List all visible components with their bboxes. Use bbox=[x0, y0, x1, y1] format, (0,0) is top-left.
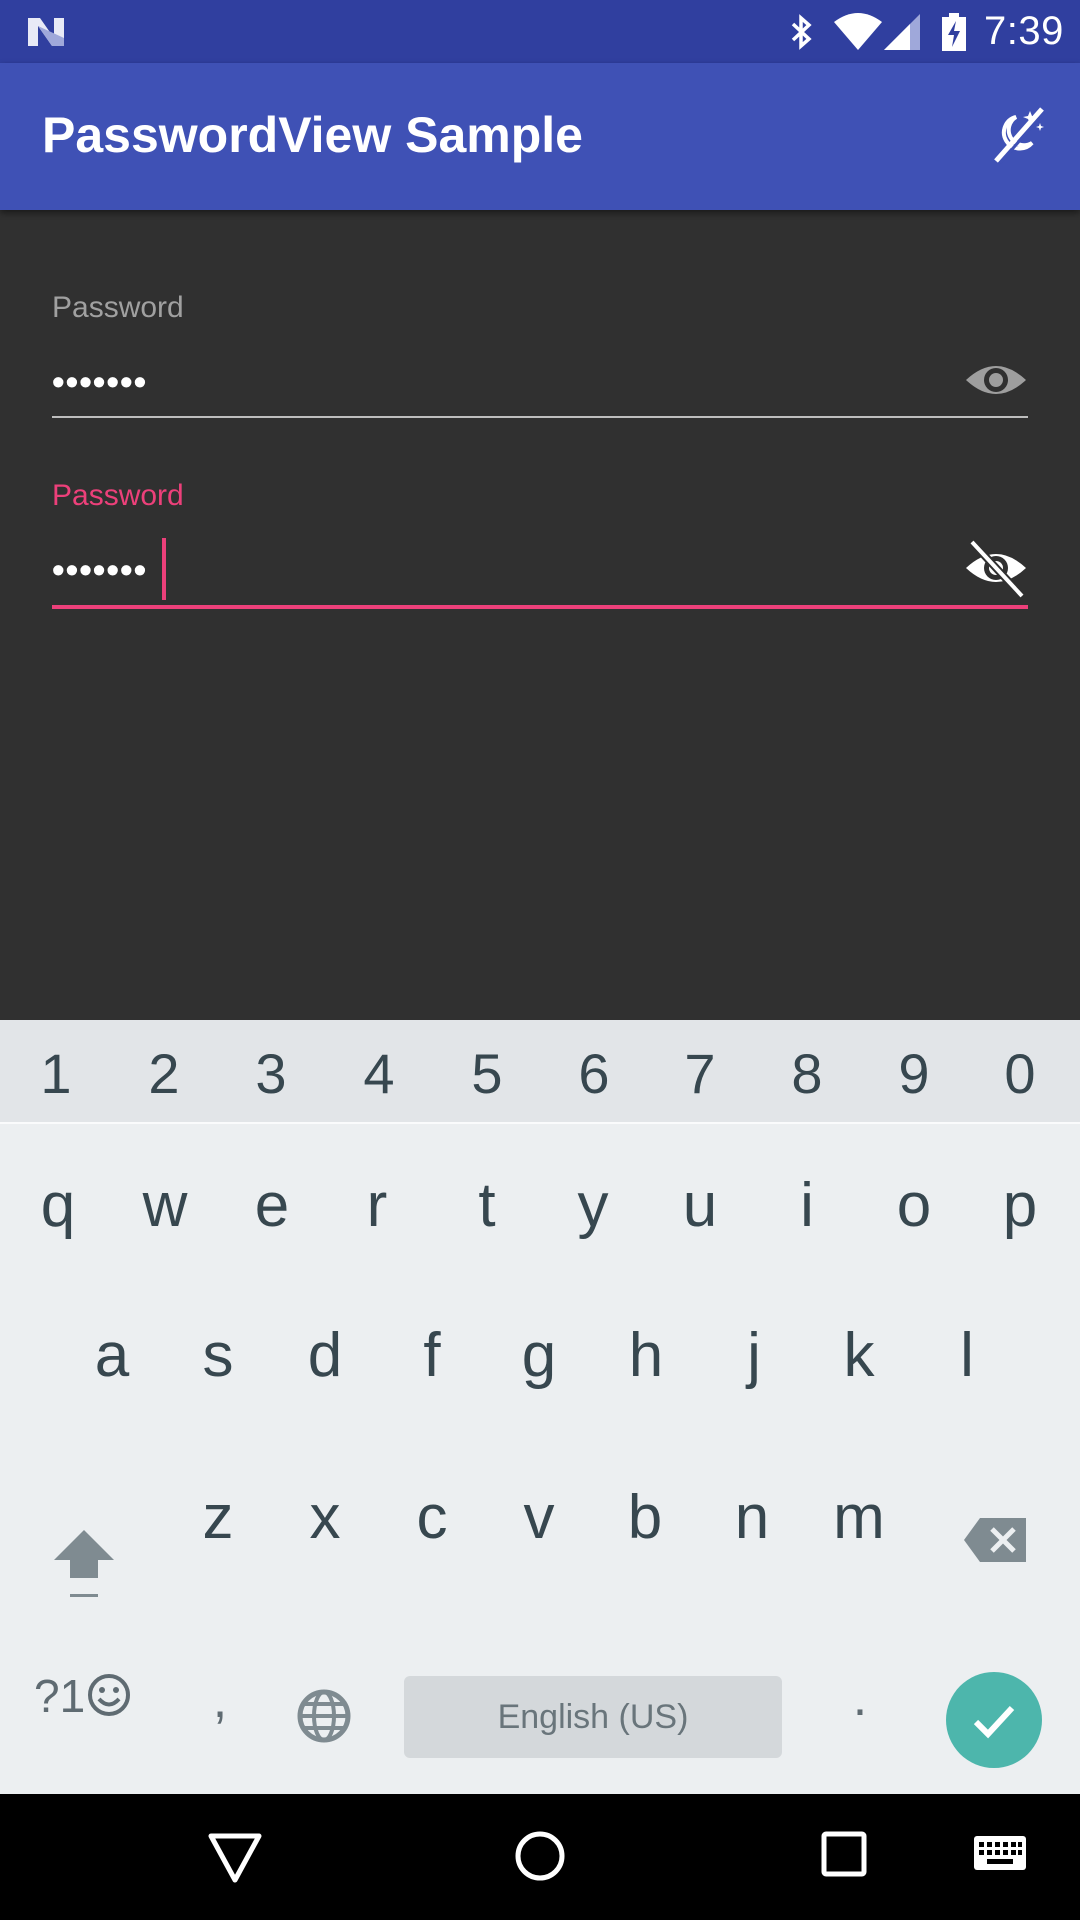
eye-off-icon[interactable] bbox=[964, 536, 1028, 600]
key-h[interactable]: h bbox=[592, 1320, 700, 1392]
key-e[interactable]: e bbox=[218, 1170, 326, 1242]
key-y[interactable]: y bbox=[539, 1170, 647, 1242]
comma-key[interactable]: , bbox=[200, 1672, 240, 1728]
key-g[interactable]: g bbox=[485, 1320, 593, 1392]
soft-keyboard: 1 2 3 4 5 6 7 8 9 0 q w e r t y u i o p … bbox=[0, 1020, 1080, 1794]
shift-icon[interactable] bbox=[48, 1520, 120, 1604]
key-8[interactable]: 8 bbox=[753, 1042, 861, 1106]
key-f[interactable]: f bbox=[378, 1320, 486, 1392]
password-label: Password bbox=[52, 479, 184, 512]
field-underline-focused bbox=[52, 605, 1028, 609]
key-3[interactable]: 3 bbox=[217, 1042, 325, 1106]
key-r[interactable]: r bbox=[323, 1170, 431, 1242]
number-row: 1 2 3 4 5 6 7 8 9 0 bbox=[0, 1020, 1080, 1124]
key-2[interactable]: 2 bbox=[110, 1042, 218, 1106]
key-9[interactable]: 9 bbox=[860, 1042, 968, 1106]
text-cursor bbox=[162, 538, 166, 600]
password-value[interactable]: ••••••• bbox=[52, 362, 147, 402]
symbols-key[interactable]: ?1 bbox=[34, 1668, 85, 1724]
eye-icon[interactable] bbox=[964, 348, 1028, 412]
key-6[interactable]: 6 bbox=[540, 1042, 648, 1106]
key-w[interactable]: w bbox=[111, 1170, 219, 1242]
key-7[interactable]: 7 bbox=[646, 1042, 754, 1106]
password-label: Password bbox=[52, 291, 184, 324]
key-i[interactable]: i bbox=[753, 1170, 861, 1242]
cell-signal-icon bbox=[884, 14, 920, 50]
field-underline bbox=[52, 416, 1028, 418]
password-field-2[interactable]: Password ••••••• bbox=[52, 478, 1028, 613]
key-n[interactable]: n bbox=[698, 1482, 806, 1554]
battery-charging-icon bbox=[942, 13, 966, 51]
backspace-icon[interactable] bbox=[960, 1510, 1030, 1570]
key-5[interactable]: 5 bbox=[433, 1042, 541, 1106]
key-l[interactable]: l bbox=[913, 1320, 1021, 1392]
key-j[interactable]: j bbox=[700, 1320, 808, 1392]
key-x[interactable]: x bbox=[271, 1482, 379, 1554]
home-icon[interactable] bbox=[512, 1828, 568, 1884]
keyboard-icon[interactable] bbox=[972, 1834, 1028, 1876]
n-logo-icon bbox=[28, 18, 64, 46]
key-t[interactable]: t bbox=[433, 1170, 541, 1242]
emoji-icon[interactable] bbox=[86, 1670, 132, 1720]
key-p[interactable]: p bbox=[966, 1170, 1074, 1242]
key-o[interactable]: o bbox=[860, 1170, 968, 1242]
key-a[interactable]: a bbox=[58, 1320, 166, 1392]
space-bar[interactable]: English (US) bbox=[404, 1676, 782, 1758]
key-k[interactable]: k bbox=[805, 1320, 913, 1392]
bluetooth-icon bbox=[791, 14, 812, 50]
enter-button[interactable] bbox=[946, 1672, 1042, 1768]
app-bar: PasswordView Sample bbox=[0, 63, 1080, 210]
password-field-1[interactable]: Password ••••••• bbox=[52, 290, 1028, 420]
period-key[interactable]: . bbox=[840, 1670, 880, 1726]
key-s[interactable]: s bbox=[164, 1320, 272, 1392]
key-v[interactable]: v bbox=[485, 1482, 593, 1554]
back-icon[interactable] bbox=[206, 1830, 264, 1886]
theme-toggle-icon[interactable] bbox=[986, 103, 1050, 167]
app-title: PasswordView Sample bbox=[42, 107, 583, 163]
password-value[interactable]: ••••••• bbox=[52, 550, 147, 590]
key-d[interactable]: d bbox=[271, 1320, 379, 1392]
key-z[interactable]: z bbox=[164, 1482, 272, 1554]
wifi-icon bbox=[834, 13, 882, 50]
key-c[interactable]: c bbox=[378, 1482, 486, 1554]
globe-icon[interactable] bbox=[296, 1688, 352, 1744]
key-0[interactable]: 0 bbox=[966, 1042, 1074, 1106]
key-q[interactable]: q bbox=[4, 1170, 112, 1242]
status-bar: 7:39 bbox=[0, 0, 1080, 63]
key-4[interactable]: 4 bbox=[325, 1042, 433, 1106]
navigation-bar bbox=[0, 1794, 1080, 1920]
checkmark-icon bbox=[973, 1705, 1015, 1739]
key-1[interactable]: 1 bbox=[2, 1042, 110, 1106]
recents-icon[interactable] bbox=[820, 1830, 868, 1878]
key-m[interactable]: m bbox=[805, 1482, 913, 1554]
key-b[interactable]: b bbox=[591, 1482, 699, 1554]
status-time: 7:39 bbox=[984, 9, 1064, 53]
key-u[interactable]: u bbox=[646, 1170, 754, 1242]
